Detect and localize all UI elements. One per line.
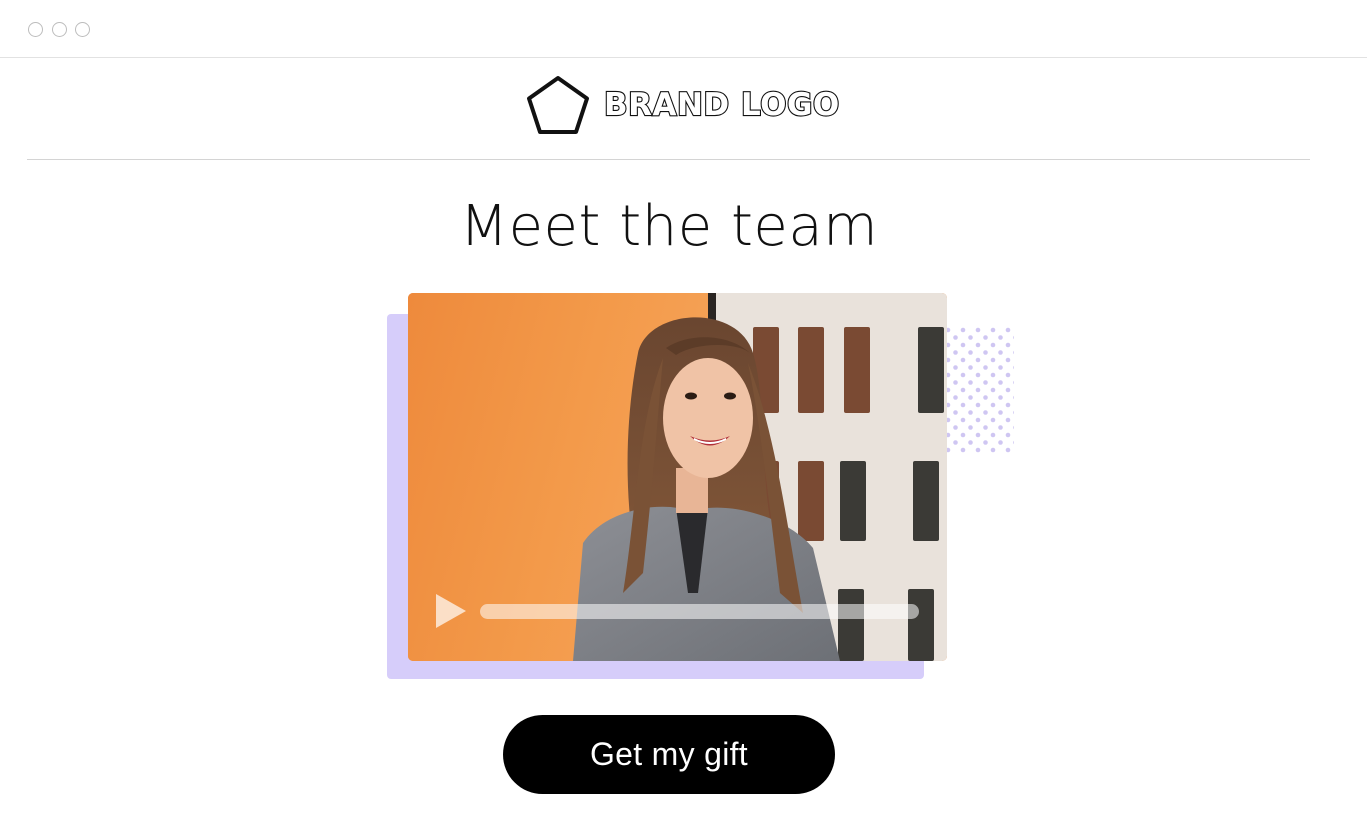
play-icon[interactable]	[434, 592, 468, 630]
pentagon-icon	[527, 76, 589, 134]
window-maximize-dot[interactable]	[75, 22, 90, 37]
browser-title-bar	[0, 0, 1367, 58]
page-title: Meet the team	[459, 194, 879, 259]
video-player[interactable]	[408, 293, 947, 661]
header-divider	[27, 159, 1310, 160]
window-close-dot[interactable]	[28, 22, 43, 37]
video-progress-bar[interactable]	[480, 604, 919, 619]
window-minimize-dot[interactable]	[52, 22, 67, 37]
brand-logo-text: BRAND LOGO	[603, 86, 840, 124]
brand-logo[interactable]: BRAND LOGO	[526, 74, 840, 136]
get-my-gift-button[interactable]: Get my gift	[503, 715, 835, 794]
